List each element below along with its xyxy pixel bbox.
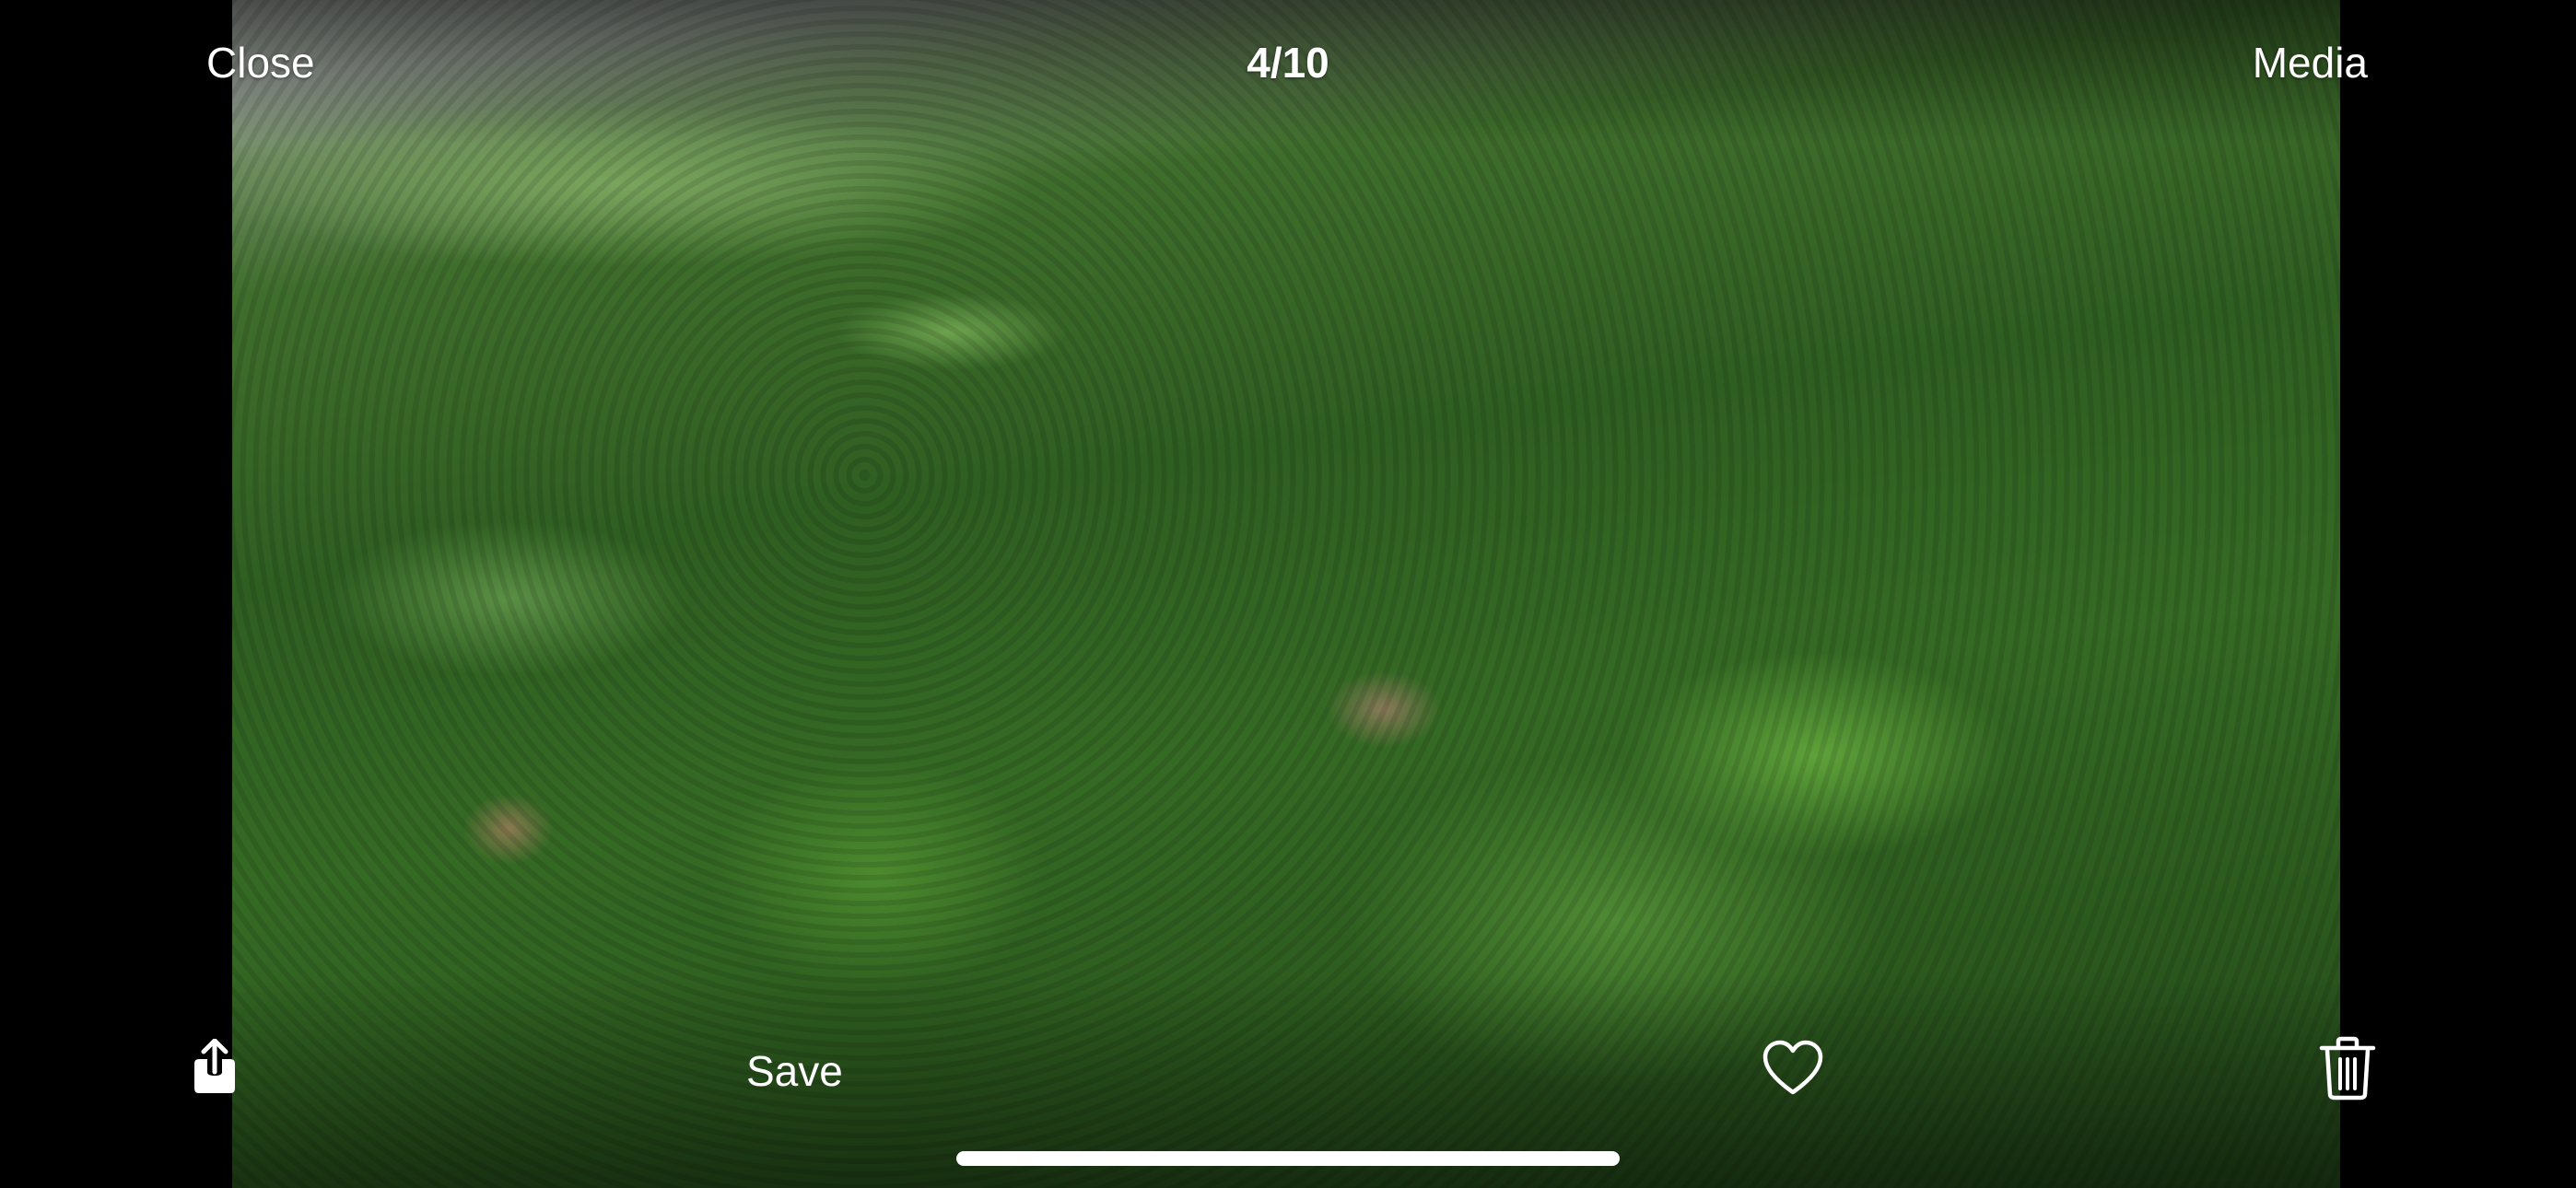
favorite-button[interactable] [1762,1039,1824,1098]
save-button[interactable]: Save [746,1043,843,1099]
media-button[interactable]: Media [2253,35,2368,90]
trash-icon [2319,1036,2376,1101]
heart-icon [1762,1040,1823,1095]
share-icon [194,1038,235,1093]
photo-counter: 4/10 [1247,39,1329,87]
delete-button[interactable] [2318,1035,2377,1101]
photo-viewer-image[interactable] [232,0,2340,1188]
home-indicator[interactable] [956,1151,1620,1166]
share-button[interactable] [192,1038,238,1096]
